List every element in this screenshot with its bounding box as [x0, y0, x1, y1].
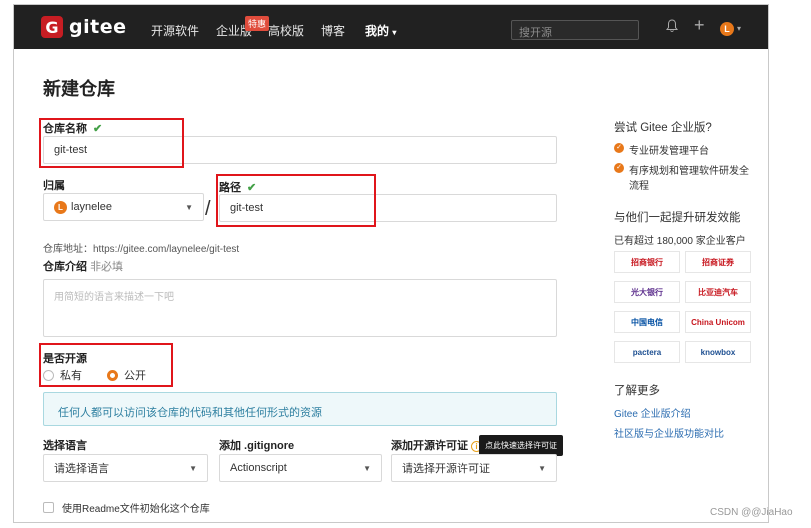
watermark: CSDN @@JiaHao — [710, 507, 793, 518]
chevron-down-icon: ▼ — [538, 463, 546, 473]
link-edition-compare[interactable]: 社区版与企业版功能对比 — [614, 425, 724, 440]
nav-mine-label: 我的 — [365, 24, 390, 38]
gitee-logo-icon: G — [41, 16, 63, 38]
browser-frame: G gitee 开源软件 企业版 特惠 高校版 博客 我的 ▾ 搜开源 + L … — [13, 4, 769, 523]
chevron-down-icon: ▼ — [189, 463, 197, 473]
sidebar-together-title: 与他们一起提升研发效能 — [614, 212, 741, 224]
sidebar-bullet-1-text: 专业研发管理平台 — [629, 146, 709, 157]
repo-address: 仓库地址：https://gitee.com/laynelee/git-test — [43, 244, 240, 255]
customer-logo-cms: 招商证券 — [685, 251, 751, 273]
owner-name: laynelee — [71, 200, 112, 213]
sidebar-learn-more: 了解更多 — [614, 385, 660, 397]
license-value: 请选择开源许可证 — [402, 463, 490, 475]
path-separator: / — [205, 198, 211, 220]
license-select[interactable]: 请选择开源许可证 ▼ — [391, 454, 557, 482]
page-title: 新建仓库 — [43, 79, 115, 99]
annotation-box-repo-name — [39, 118, 184, 168]
gitignore-select[interactable]: Actionscript ▼ — [219, 454, 382, 482]
language-label: 选择语言 — [43, 440, 87, 452]
customer-logo-byd: 比亚迪汽车 — [685, 281, 751, 303]
sidebar-bullet-1: ✓ 专业研发管理平台 — [614, 142, 754, 157]
customer-logo-telecom: 中国电信 — [614, 311, 680, 333]
customer-logo-unicom: China Unicom — [685, 311, 751, 333]
license-tooltip: 点此快速选择许可证 — [479, 435, 563, 456]
language-select[interactable]: 请选择语言 ▼ — [43, 454, 208, 482]
top-navbar: G gitee 开源软件 企业版 特惠 高校版 博客 我的 ▾ 搜开源 + L … — [14, 5, 768, 49]
chevron-down-icon: ▼ — [363, 463, 371, 473]
chevron-down-icon[interactable]: ▾ — [737, 24, 741, 33]
nav-mine[interactable]: 我的 ▾ — [365, 22, 396, 39]
sidebar-try-title: 尝试 Gitee 企业版? — [614, 122, 712, 134]
annotation-box-open-source — [39, 343, 173, 387]
gitee-logo-text: gitee — [69, 16, 127, 38]
owner-select[interactable]: Llaynelee ▼ — [43, 193, 204, 221]
customer-logo-knowbox: knowbox — [685, 341, 751, 363]
intro-label: 仓库介绍 非必填 — [43, 258, 123, 274]
customer-logo-cmb: 招商银行 — [614, 251, 680, 273]
language-value: 请选择语言 — [54, 463, 109, 475]
gitignore-value: Actionscript — [230, 462, 287, 474]
chevron-down-icon: ▾ — [392, 28, 397, 37]
readme-checkbox-label: 使用Readme文件初始化这个仓库 — [62, 504, 210, 515]
intro-textarea[interactable]: 用简短的语言来描述一下吧 — [43, 279, 557, 337]
owner-avatar: L — [54, 200, 67, 214]
enterprise-promo-badge: 特惠 — [245, 16, 270, 31]
license-label-text: 添加开源许可证 — [391, 440, 468, 452]
user-avatar[interactable]: L — [720, 22, 734, 36]
sidebar-bullet-2: ✓ 有序规划和管理软件研发全流程 — [614, 162, 754, 192]
link-enterprise-intro[interactable]: Gitee 企业版介绍 — [614, 405, 691, 420]
plus-icon[interactable]: + — [694, 15, 705, 36]
nav-open-source[interactable]: 开源软件 — [151, 22, 199, 39]
customer-logo-pactera: pactera — [614, 341, 680, 363]
gitignore-label: 添加 .gitignore — [219, 440, 295, 452]
readme-checkbox[interactable]: 使用Readme文件初始化这个仓库 — [43, 500, 210, 515]
sidebar-bullet-2-text: 有序规划和管理软件研发全流程 — [629, 166, 749, 192]
search-input[interactable]: 搜开源 — [511, 20, 639, 40]
bell-icon[interactable] — [666, 19, 678, 36]
gitee-logo[interactable]: G gitee — [41, 16, 126, 38]
checkbox-icon — [43, 502, 54, 513]
intro-label-text: 仓库介绍 — [43, 261, 87, 273]
owner-label: 归属 — [43, 180, 65, 192]
sidebar-customer-count: 已有超过 180,000 家企业客户 — [614, 236, 746, 247]
nav-university[interactable]: 高校版 — [268, 22, 304, 39]
customer-logo-ceb: 光大银行 — [614, 281, 680, 303]
intro-optional-hint: 非必填 — [90, 261, 124, 273]
annotation-box-path — [216, 174, 376, 227]
public-info-alert: 任何人都可以访问该仓库的代码和其他任何形式的资源 — [43, 392, 557, 426]
nav-blog[interactable]: 博客 — [321, 22, 345, 39]
check-icon: ✓ — [614, 143, 624, 153]
chevron-down-icon: ▼ — [185, 202, 193, 212]
owner-value: Llaynelee — [54, 200, 112, 214]
license-label: 添加开源许可证 i — [391, 437, 482, 453]
check-icon: ✓ — [614, 163, 624, 173]
